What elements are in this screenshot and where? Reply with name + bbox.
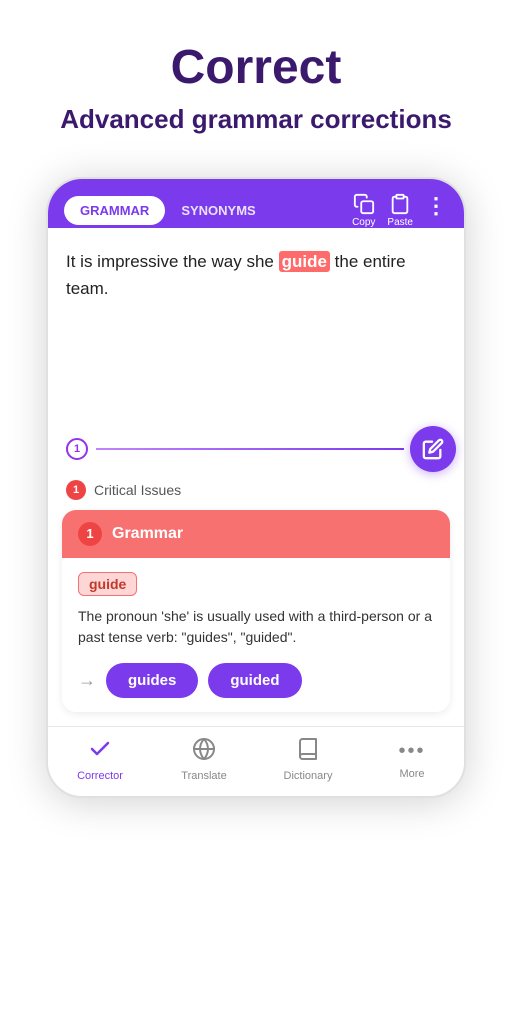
issue-count-badge: 1 bbox=[66, 438, 88, 460]
paste-action[interactable]: Paste bbox=[387, 193, 413, 228]
text-before-error: It is impressive the way she bbox=[66, 252, 279, 271]
grammar-card: 1 Grammar guide The pronoun 'she' is usu… bbox=[62, 510, 450, 712]
app-header: GRAMMAR SYNONYMS Copy Paste bbox=[48, 179, 464, 228]
more-icon: ••• bbox=[398, 740, 425, 765]
copy-label: Copy bbox=[352, 217, 375, 228]
grammar-description: The pronoun 'she' is usually used with a… bbox=[78, 606, 434, 649]
nav-item-corrector[interactable]: Corrector bbox=[70, 737, 130, 782]
header: Correct Advanced grammar corrections bbox=[0, 0, 512, 157]
copy-action[interactable]: Copy bbox=[352, 193, 375, 228]
phone-mockup: GRAMMAR SYNONYMS Copy Paste bbox=[46, 177, 466, 798]
suggestion-guides-button[interactable]: guides bbox=[106, 663, 198, 698]
edit-fab-button[interactable] bbox=[410, 426, 456, 472]
page-subtitle: Advanced grammar corrections bbox=[20, 103, 492, 137]
nav-item-dictionary[interactable]: Dictionary bbox=[278, 737, 338, 782]
tab-bar: GRAMMAR SYNONYMS bbox=[64, 196, 266, 225]
nav-label-corrector: Corrector bbox=[77, 770, 123, 782]
text-input-area[interactable]: It is impressive the way she guide the e… bbox=[48, 228, 464, 428]
nav-label-dictionary: Dictionary bbox=[284, 770, 333, 782]
arrow-icon: → bbox=[78, 670, 96, 691]
issues-row: 1 Critical Issues bbox=[48, 470, 464, 504]
grammar-category-label: Grammar bbox=[112, 525, 183, 543]
tab-synonyms[interactable]: SYNONYMS bbox=[171, 196, 265, 225]
dictionary-icon bbox=[296, 737, 320, 767]
more-menu-button[interactable]: ⋮ bbox=[425, 193, 448, 227]
tab-grammar[interactable]: GRAMMAR bbox=[64, 196, 165, 225]
phone-screen: GRAMMAR SYNONYMS Copy Paste bbox=[46, 177, 466, 798]
nav-label-translate: Translate bbox=[181, 770, 226, 782]
app-actions: Copy Paste ⋮ bbox=[352, 193, 448, 228]
page-title: Correct bbox=[20, 40, 492, 95]
grammar-card-body: guide The pronoun 'she' is usually used … bbox=[62, 558, 450, 712]
nav-item-more[interactable]: ••• More bbox=[382, 740, 442, 780]
translate-icon bbox=[192, 737, 216, 767]
suggestions-row: → guides guided bbox=[78, 663, 434, 698]
divider-row: 1 bbox=[48, 428, 464, 470]
text-area-wrapper: It is impressive the way she guide the e… bbox=[48, 228, 464, 428]
nav-label-more: More bbox=[399, 768, 424, 780]
grammar-error-tag: guide bbox=[78, 572, 137, 596]
divider-line bbox=[96, 448, 404, 450]
paste-label: Paste bbox=[387, 217, 413, 228]
grammar-number-badge: 1 bbox=[78, 522, 102, 546]
suggestion-guided-button[interactable]: guided bbox=[208, 663, 301, 698]
corrector-icon bbox=[88, 737, 112, 767]
nav-item-translate[interactable]: Translate bbox=[174, 737, 234, 782]
critical-issues-label: Critical Issues bbox=[94, 482, 181, 498]
bottom-nav: Corrector Translate bbox=[48, 726, 464, 796]
grammar-card-header: 1 Grammar bbox=[62, 510, 450, 558]
critical-issues-badge: 1 bbox=[66, 480, 86, 500]
error-word-highlight: guide bbox=[279, 251, 330, 272]
